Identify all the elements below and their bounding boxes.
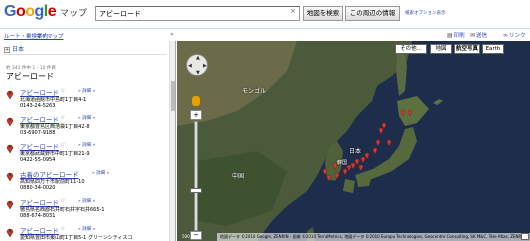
scrollbar-thumb[interactable]	[171, 81, 175, 111]
star-icon[interactable]: ☆	[60, 114, 65, 121]
logo-subtitle: マップ	[60, 9, 88, 19]
zoom-slider[interactable]	[194, 121, 198, 231]
map-view[interactable]: モンゴル 日本 中国 韓国 その他... 地図 航空写真 Earth ▲ ◀ ▶…	[177, 41, 530, 241]
result-address: 東京都武蔵野市中町1丁目21-9	[20, 151, 90, 157]
marker-pin-icon[interactable]	[6, 143, 14, 153]
breadcrumb[interactable]: + 日本	[4, 44, 24, 53]
print-button[interactable]: ▤印刷	[447, 31, 465, 39]
collapse-panel-icon[interactable]: «	[170, 31, 174, 38]
maptype-earth-button[interactable]: Earth	[482, 44, 504, 54]
pan-left-icon[interactable]: ◀	[188, 63, 192, 69]
marker-pin-icon[interactable]	[6, 227, 14, 237]
pan-up-icon[interactable]: ▲	[196, 55, 200, 61]
result-phone: 03-6907-9188	[20, 130, 56, 136]
details-link[interactable]: » 詳細 »	[78, 88, 95, 94]
print-label: 印刷	[453, 33, 465, 39]
overview-map-toggle-icon[interactable]	[521, 233, 529, 240]
search-button[interactable]: 地図を検索	[303, 6, 343, 21]
details-link[interactable]: » 詳細 »	[78, 142, 95, 148]
send-button[interactable]: ✉送信	[470, 31, 487, 39]
result-address: 愛知県豊田市東山町1丁目5-1 グリーンシティスコ	[20, 235, 133, 241]
mymap-link[interactable]: マイマップ	[36, 32, 64, 40]
result-address: 北海道函館市中島町1丁目4-1	[20, 97, 87, 103]
nearby-button[interactable]: この周辺の情報	[345, 6, 400, 21]
star-icon[interactable]: ☆	[60, 141, 65, 148]
map-label-japan: 日本	[349, 148, 362, 155]
pan-right-icon[interactable]: ▶	[203, 63, 207, 69]
result-item[interactable]: アビーロード ☆ » 詳細 » 北海道函館市中島町1丁目4-1 0143-24-…	[4, 87, 168, 113]
result-item[interactable]: アビーロード ☆ » 詳細 » 徳島県名西郡石井町石井字石井665-1 088-…	[4, 197, 168, 223]
print-icon: ▤	[447, 32, 453, 39]
maptype-satellite-button[interactable]: 航空写真	[454, 44, 480, 54]
link-label: リンク	[509, 33, 526, 39]
result-phone: 0880-34-0020	[20, 185, 56, 191]
details-link[interactable]: » 詳細 »	[78, 115, 95, 121]
star-icon[interactable]: ☆	[60, 87, 65, 94]
result-phone: 0143-24-5263	[20, 103, 56, 109]
marker-pin-icon[interactable]	[6, 116, 14, 126]
results-title: アビーロード	[6, 72, 54, 81]
result-address: 東京都豊島区西池袋1丁目42-8	[20, 124, 90, 130]
result-item[interactable]: アビーロード ☆ » 詳細 » 東京都豊島区西池袋1丁目42-8 03-6907…	[4, 114, 168, 140]
header: Google マップ × 地図を検索 この周辺の情報 検索オプション表示	[0, 0, 530, 28]
details-link[interactable]: » 詳細 »	[92, 170, 109, 176]
pan-control[interactable]: ▲ ◀ ▶ ▼	[186, 54, 208, 76]
link-button[interactable]: ∞リンク	[503, 31, 526, 39]
star-icon[interactable]: ☆	[60, 225, 65, 232]
marker-pin-icon[interactable]	[6, 89, 14, 99]
maptype-map-button[interactable]: 地図	[430, 44, 452, 54]
search-input[interactable]	[95, 6, 300, 21]
map-label-mongolia: モンゴル	[242, 88, 267, 95]
expand-icon[interactable]: +	[4, 46, 10, 53]
panel-scrollbar[interactable]	[169, 41, 175, 241]
link-icon: ∞	[503, 32, 508, 39]
results-panel: + 日本 約 341 件中 1 - 10 件目 アビーロード アビーロード ☆ »…	[0, 41, 176, 241]
marker-pin-icon[interactable]	[6, 171, 14, 181]
pan-down-icon[interactable]: ▼	[196, 70, 200, 76]
map-label-china: 中国	[232, 173, 245, 180]
result-item[interactable]: アビーロード ☆ » 詳細 » 愛知県豊田市東山町1丁目5-1 グリーンシティス…	[4, 225, 168, 241]
mail-icon: ✉	[470, 32, 476, 39]
details-link[interactable]: » 詳細 »	[78, 198, 95, 204]
maptype-other-button[interactable]: その他...	[395, 44, 427, 54]
details-link[interactable]: » 詳細 »	[78, 226, 95, 232]
map-label-korea: 韓国	[337, 160, 348, 166]
star-icon[interactable]: ☆	[74, 169, 79, 176]
divider	[4, 54, 167, 55]
star-icon[interactable]: ☆	[60, 197, 65, 204]
result-address: 徳島県名西郡石井町石井字石井665-1	[20, 207, 105, 213]
satellite-imagery	[177, 41, 530, 241]
scale-bar: 500 km	[182, 234, 198, 239]
result-phone: 0422-55-0954	[20, 157, 56, 163]
result-item[interactable]: 古着のアビーロード ☆ » 詳細 » 高知県四万十市駅前町11-10 0880-…	[4, 169, 168, 195]
zoom-slider-thumb[interactable]	[190, 188, 202, 193]
clear-icon[interactable]: ×	[290, 7, 296, 15]
map-attribution: 地図データ ©2010 Google, ZENRIN - 画像 ©2010 Te…	[217, 233, 530, 241]
google-logo[interactable]: Google	[4, 3, 57, 21]
breadcrumb-label: 日本	[12, 46, 25, 53]
marker-pin-icon[interactable]	[6, 199, 14, 209]
send-label: 送信	[476, 33, 488, 39]
zoom-in-button[interactable]: +	[190, 110, 202, 120]
search-options-link[interactable]: 検索オプション表示	[405, 10, 446, 16]
result-phone: 088-674-8031	[20, 213, 56, 219]
result-item[interactable]: アビーロード ☆ » 詳細 » 東京都武蔵野市中町1丁目21-9 0422-55…	[4, 141, 168, 167]
street-view-pegman-icon[interactable]	[192, 96, 200, 106]
toolbar: ルート・乗換案内 マイマップ « ▤印刷 ✉送信 ∞リンク	[0, 28, 530, 41]
result-address: 高知県四万十市駅前町11-10	[20, 179, 85, 185]
